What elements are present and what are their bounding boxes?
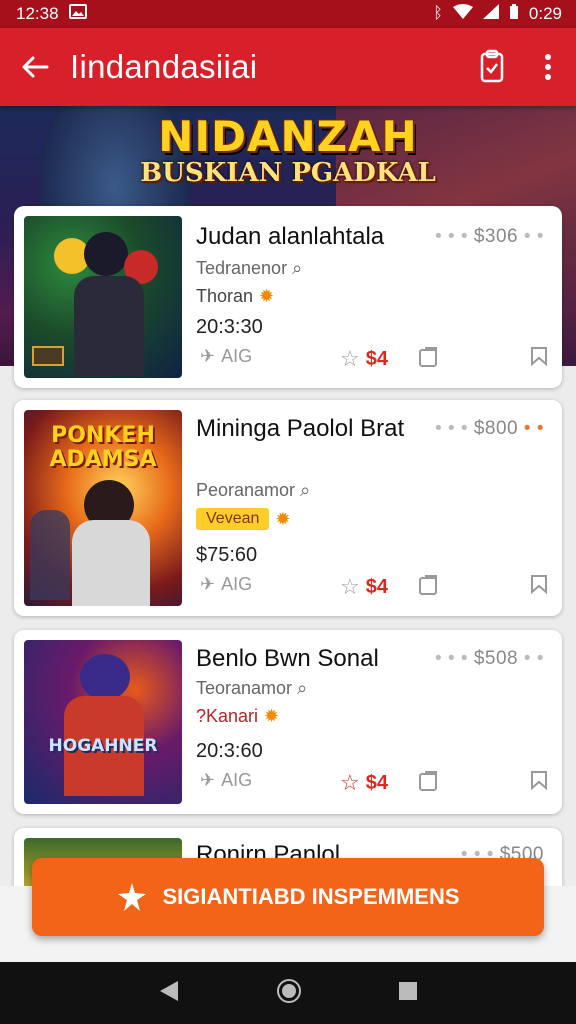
more-menu-button[interactable]: [520, 28, 576, 106]
search-icon: ⌕: [292, 258, 303, 278]
dots-icon: • • •: [435, 648, 469, 669]
thumbnail-title: PONKEH ADAMSA: [49, 423, 157, 472]
share-action[interactable]: ✈ AIG: [200, 770, 252, 791]
item-thumbnail: PONKEH ADAMSA: [24, 410, 182, 606]
triangle-back-icon: [160, 980, 178, 1001]
back-button[interactable]: [0, 28, 70, 106]
system-nav-bar: [0, 962, 576, 1024]
clipboard-button[interactable]: [464, 28, 520, 106]
item-meta: Teoranamor ⌕: [196, 678, 308, 698]
item-category: ?Kanari ✹: [196, 706, 280, 726]
gear-icon: ✹: [259, 286, 275, 306]
category-tag: Vevean: [196, 508, 270, 530]
copy-button[interactable]: [418, 346, 440, 368]
nav-home-button[interactable]: [276, 978, 302, 1009]
bookmark-icon: [531, 575, 547, 594]
item-category: Thoran ✹: [196, 286, 275, 306]
item-number: 20:3:30: [196, 316, 263, 338]
rating-action[interactable]: ☆ $4: [340, 346, 388, 372]
dots-icon: • •: [523, 648, 544, 669]
copy-icon: [419, 347, 437, 367]
cta-label: SIGIANTIABD INSPEMMENS: [162, 884, 460, 909]
rating-action[interactable]: ☆ $4: [340, 770, 388, 796]
rocket-icon: ✈: [200, 574, 216, 594]
wifi-icon: [452, 4, 473, 24]
character-body-shape: [72, 520, 150, 606]
sparkle-icon: [118, 883, 147, 911]
bookmark-button[interactable]: [530, 770, 548, 790]
dots-icon: • • •: [435, 226, 469, 247]
gear-icon: ✹: [275, 508, 291, 529]
dots-icon: • • •: [435, 418, 469, 439]
search-icon: ⌕: [297, 678, 308, 698]
arrow-back-icon: [22, 56, 49, 78]
item-actions: ✈ AIG ☆ $4: [196, 346, 548, 374]
primary-cta-button[interactable]: SIGIANTIABD INSPEMMENS: [32, 858, 544, 936]
item-meta: Tedranenor ⌕: [196, 258, 303, 278]
star-icon: ☆: [340, 770, 360, 795]
status-time: 12:38: [16, 4, 59, 23]
nav-back-button[interactable]: [158, 979, 180, 1008]
star-icon: ☆: [340, 346, 360, 371]
copy-button[interactable]: [418, 574, 440, 596]
copy-icon: [419, 575, 437, 595]
character-hair-shape: [84, 232, 128, 276]
list-item[interactable]: HOGAHNER Benlo Bwn Sonal • • • $508 • • …: [14, 630, 562, 814]
square-recents-icon: [399, 981, 417, 1000]
item-price: • • • $800 • •: [435, 418, 544, 439]
status-bar: 12:38 ᛒ 0:29: [0, 0, 576, 28]
item-thumbnail: [24, 216, 182, 378]
share-action[interactable]: ✈ AIG: [200, 574, 252, 595]
more-vert-icon: [545, 54, 551, 80]
bluetooth-icon: ᛒ: [433, 5, 443, 22]
app-bar: Iindandasiiai: [0, 28, 576, 106]
signal-icon: [482, 4, 499, 24]
dots-icon: • •: [523, 226, 544, 247]
thumbnail-badge: [32, 346, 64, 366]
rocket-icon: ✈: [200, 770, 216, 790]
item-price: • • • $508 • •: [435, 648, 544, 669]
item-actions: ✈ AIG ☆ $4: [196, 770, 548, 798]
gear-icon: ✹: [264, 706, 280, 726]
rocket-icon: ✈: [200, 346, 216, 366]
copy-icon: [419, 771, 437, 791]
list-item[interactable]: PONKEH ADAMSA Mininga Paolol Brat • • • …: [14, 400, 562, 616]
page-title: Iindandasiiai: [70, 48, 258, 85]
character-hair-shape: [80, 654, 130, 700]
search-icon: ⌕: [300, 480, 311, 500]
item-category: Vevean ✹: [196, 508, 290, 530]
item-meta: Peoranamor ⌕: [196, 480, 311, 500]
banner-title: NIDANZAH: [158, 112, 418, 161]
character-body-shape: [30, 510, 70, 600]
character-body-shape: [74, 276, 144, 376]
image-notification-icon: [68, 4, 87, 24]
status-clock: 0:29: [528, 4, 562, 23]
share-action[interactable]: ✈ AIG: [200, 346, 252, 367]
bookmark-icon: [531, 347, 547, 366]
item-price: • • • $306 • •: [435, 226, 544, 247]
star-icon: ☆: [340, 574, 360, 599]
item-actions: ✈ AIG ☆ $4: [196, 574, 548, 602]
copy-button[interactable]: [418, 770, 440, 792]
item-title: Mininga Paolol Brat: [196, 415, 405, 442]
item-number: $75:60: [196, 544, 258, 566]
thumbnail-title: HOGAHNER: [48, 736, 158, 756]
rating-action[interactable]: ☆ $4: [340, 574, 388, 600]
circle-home-icon: [277, 978, 301, 1003]
item-title: Judan alanlahtala: [196, 223, 385, 250]
item-thumbnail: HOGAHNER: [24, 640, 182, 804]
bookmark-button[interactable]: [530, 346, 548, 366]
nav-recents-button[interactable]: [398, 981, 418, 1006]
dots-icon: • •: [523, 418, 544, 439]
clipboard-icon: [480, 49, 504, 83]
list-item[interactable]: Judan alanlahtala • • • $306 • • Tedrane…: [14, 206, 562, 388]
battery-icon: [509, 3, 519, 25]
item-number: 20:3:60: [196, 740, 263, 762]
banner-subtitle: BUSKIAN PGADKAL: [140, 158, 436, 188]
bookmark-icon: [531, 771, 547, 790]
bookmark-button[interactable]: [530, 574, 548, 594]
